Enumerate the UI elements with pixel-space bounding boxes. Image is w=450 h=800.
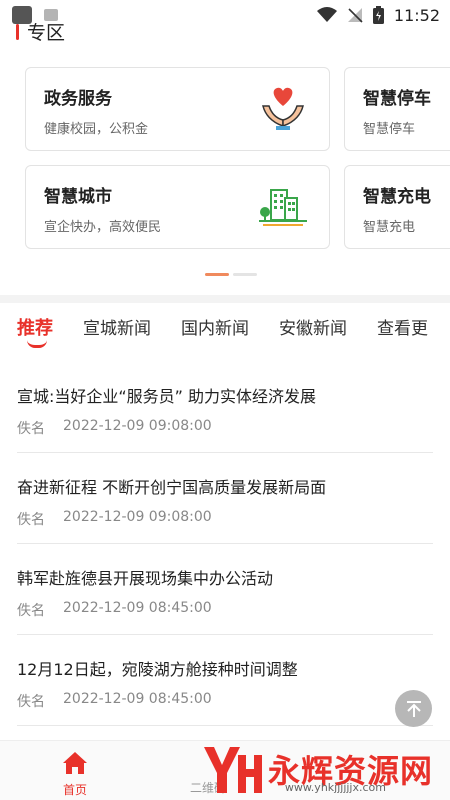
service-card-smart-city[interactable]: 智慧城市 宣企快办，高效便民 [25, 165, 330, 249]
news-tabs: 推荐 宣城新闻 国内新闻 安徽新闻 查看更 [17, 314, 450, 354]
battery-icon [372, 6, 384, 24]
page-title: 专区 [27, 22, 66, 44]
service-card-charging[interactable]: 智慧充电 智慧充电 [344, 165, 450, 249]
tab-active-indicator [27, 340, 47, 348]
service-title: 智慧停车 [363, 89, 431, 109]
tab-view-more[interactable]: 查看更 [377, 314, 428, 354]
title-accent-bar [16, 23, 19, 40]
tab-domestic-news[interactable]: 国内新闻 [181, 314, 249, 354]
zone-header: 专区 [16, 18, 65, 45]
service-subtitle: 智慧充电 [363, 220, 416, 235]
news-title: 韩军赴旌德县开展现场集中办公活动 [17, 569, 274, 588]
section-divider [0, 295, 450, 303]
heart-hands-icon [262, 87, 304, 130]
indicator-dot-active [205, 273, 229, 276]
news-time: 2022-12-09 09:08:00 [63, 509, 212, 525]
news-list: 宣城:当好企业“服务员” 助力实体经济发展 佚名 2022-12-09 09:0… [17, 362, 433, 726]
status-bar: 11:52 [0, 0, 450, 30]
list-item[interactable]: 宣城:当好企业“服务员” 助力实体经济发展 佚名 2022-12-09 09:0… [17, 362, 433, 453]
wifi-icon [316, 7, 337, 22]
tab-label: 推荐 [17, 318, 53, 339]
nav-home[interactable]: 首页 [55, 751, 95, 798]
news-author: 佚名 [17, 694, 45, 710]
home-icon [63, 752, 87, 774]
service-title: 智慧城市 [44, 187, 112, 207]
service-title: 政务服务 [44, 89, 112, 109]
watermark: 永辉资源网 www.yhkjjjjjjx.com [200, 738, 450, 800]
list-item[interactable]: 奋进新征程 不断开创宁国高质量发展新局面 佚名 2022-12-09 09:08… [17, 453, 433, 544]
tab-xuancheng-news[interactable]: 宣城新闻 [83, 314, 151, 354]
carousel-indicator [205, 273, 257, 276]
service-subtitle: 宣企快办，高效便民 [44, 220, 162, 235]
no-signal-icon [347, 8, 363, 23]
city-building-icon [259, 189, 307, 226]
service-card-government[interactable]: 政务服务 健康校园，公积金 [25, 67, 330, 151]
tab-anhui-news[interactable]: 安徽新闻 [279, 314, 347, 354]
indicator-dot [233, 273, 257, 276]
service-subtitle: 健康校园，公积金 [44, 122, 149, 137]
news-title: 奋进新征程 不断开创宁国高质量发展新局面 [17, 478, 327, 497]
service-subtitle: 智慧停车 [363, 122, 416, 137]
news-time: 2022-12-09 09:08:00 [63, 418, 212, 434]
service-card-parking[interactable]: 智慧停车 智慧停车 [344, 67, 450, 151]
news-author: 佚名 [17, 421, 45, 437]
arrow-up-icon [406, 700, 421, 717]
tab-recommended[interactable]: 推荐 [17, 314, 53, 354]
news-author: 佚名 [17, 512, 45, 528]
clock: 11:52 [393, 5, 440, 25]
back-to-top-button[interactable] [395, 690, 432, 727]
service-grid: 政务服务 健康校园，公积金 智慧停车 智慧停车 智慧城市 宣企快办，高效便民 智… [25, 67, 450, 257]
news-author: 佚名 [17, 603, 45, 619]
news-time: 2022-12-09 08:45:00 [63, 600, 212, 616]
news-title: 宣城:当好企业“服务员” 助力实体经济发展 [17, 387, 317, 406]
watermark-logo-icon [204, 747, 262, 793]
list-item[interactable]: 12月12日起，宛陵湖方舱接种时间调整 佚名 2022-12-09 08:45:… [17, 635, 433, 726]
list-item[interactable]: 韩军赴旌德县开展现场集中办公活动 佚名 2022-12-09 08:45:00 [17, 544, 433, 635]
news-title: 12月12日起，宛陵湖方舱接种时间调整 [17, 660, 298, 679]
service-title: 智慧充电 [363, 187, 431, 207]
nav-home-label: 首页 [62, 783, 87, 797]
news-time: 2022-12-09 08:45:00 [63, 691, 212, 707]
watermark-url: www.yhkjjjjjjx.com [284, 781, 386, 794]
